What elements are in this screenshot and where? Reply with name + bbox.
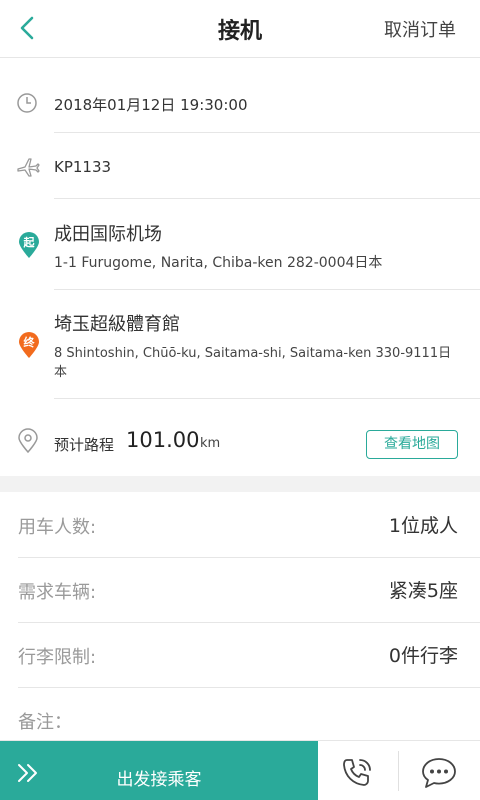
phone-call-icon[interactable] — [339, 756, 377, 794]
end-location-address-line1: 8 Shintoshin, Chūō-ku, Saitama-shi, Sait… — [54, 346, 452, 361]
vehicle-type-label: 需求车辆: — [18, 582, 97, 603]
section-separator — [0, 476, 480, 492]
end-location-address-line2: 本 — [54, 365, 68, 380]
start-location-name: 成田国际机场 — [54, 224, 162, 245]
order-datetime: 2018年01月12日 19:30:00 — [54, 96, 248, 114]
view-map-button[interactable]: 查看地图 — [366, 430, 458, 459]
distance-value: 101.00 — [126, 428, 200, 452]
vehicle-type-value: 紧凑5座 — [388, 580, 458, 602]
distance-label: 预计路程 — [54, 436, 115, 454]
start-location-address: 1-1 Furugome, Narita, Chiba-ken 282-0004… — [54, 255, 383, 271]
divider — [54, 398, 480, 399]
passenger-count-row: 用车人数: 1位成人 — [0, 493, 480, 558]
divider — [54, 132, 480, 133]
chat-bubble-icon[interactable] — [420, 756, 458, 794]
flight-number: KP1133 — [54, 158, 112, 176]
luggage-limit-value: 0件行李 — [388, 645, 458, 667]
clock-icon — [16, 92, 38, 118]
location-pin-icon — [17, 428, 39, 458]
end-location-name: 埼玉超級體育館 — [54, 314, 180, 335]
divider — [54, 289, 480, 290]
remarks-label: 备注： — [18, 712, 72, 733]
depart-pickup-label: 出发接乘客 — [116, 770, 202, 790]
passenger-count-value: 1位成人 — [388, 515, 458, 537]
passenger-count-label: 用车人数: — [18, 517, 97, 538]
header-bar: 接机 取消订单 — [0, 0, 480, 58]
cancel-order-button[interactable]: 取消订单 — [384, 16, 456, 42]
bottom-action-bar: 出发接乘客 — [0, 740, 480, 800]
divider — [54, 198, 480, 199]
distance-unit: km — [200, 436, 221, 451]
end-badge-label: 终 — [23, 336, 35, 349]
start-badge-label: 起 — [23, 236, 35, 249]
airplane-icon — [16, 156, 40, 182]
luggage-limit-row: 行李限制: 0件行李 — [0, 623, 480, 688]
vehicle-type-row: 需求车辆: 紧凑5座 — [0, 558, 480, 623]
depart-pickup-button[interactable]: 出发接乘客 — [0, 741, 318, 800]
divider — [398, 751, 399, 791]
luggage-limit-label: 行李限制: — [18, 647, 97, 668]
